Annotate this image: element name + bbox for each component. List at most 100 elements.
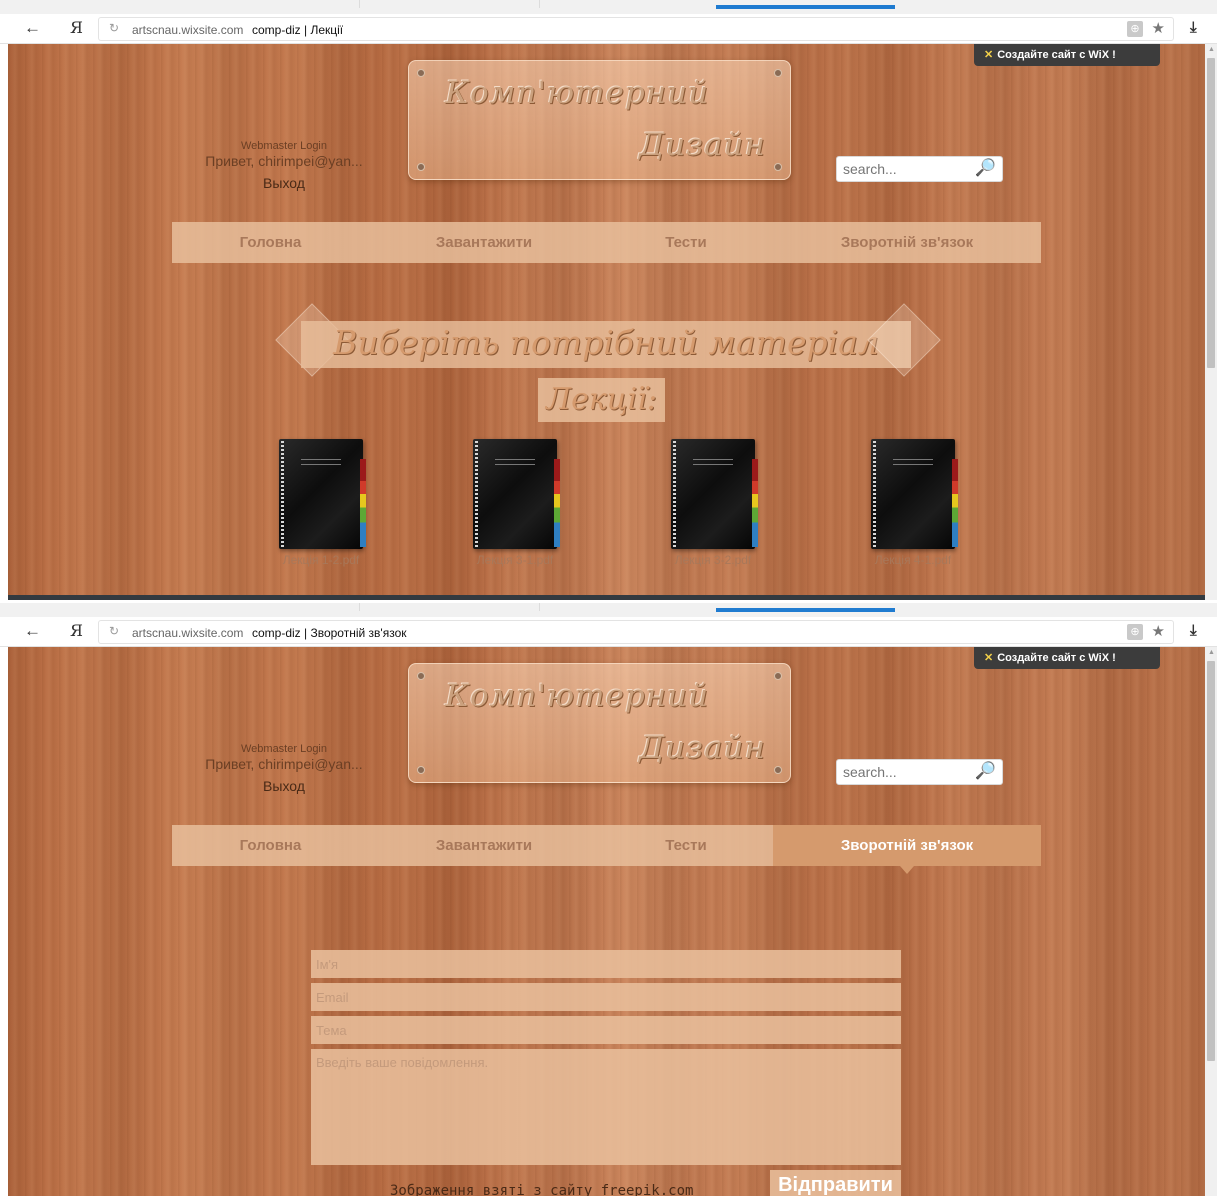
extension-icon[interactable]: ⊕	[1127, 21, 1143, 37]
tab[interactable]	[180, 603, 360, 611]
screw-icon	[774, 163, 782, 171]
lecture-file-link[interactable]: Лекція 3-1.pdf	[440, 553, 590, 567]
lecture-list: Лекція 1-2.pdf Лекція 3-1.pdf Лекція 3-2…	[8, 439, 1205, 579]
lecture-item[interactable]: Лекція 3-2.pdf	[638, 439, 788, 567]
email-field[interactable]	[311, 983, 901, 1011]
screenshot-lectures: ← Я ↻ artscnau.wixsite.com comp-diz | Ле…	[0, 0, 1217, 600]
nav-item-feedback[interactable]: Зворотній зв'язок	[773, 222, 1041, 263]
notebook-icon[interactable]	[671, 439, 758, 549]
image-credit-text: Зображення взяті з сайту freepik.com	[390, 1183, 694, 1196]
bookmark-star-icon[interactable]: ★	[1152, 622, 1165, 640]
nav-item-feedback[interactable]: Зворотній зв'язок	[773, 825, 1041, 866]
nav-item-download[interactable]: Завантажити	[369, 222, 599, 263]
logo-text-line2: Дизайн	[639, 127, 766, 163]
yandex-logo-icon[interactable]: Я	[70, 18, 83, 37]
site-logo[interactable]: Комп'ютерний Дизайн	[408, 663, 791, 783]
notebook-icon[interactable]	[473, 439, 560, 549]
url-field[interactable]: ↻ artscnau.wixsite.com comp-diz | Лекції…	[98, 17, 1174, 41]
bookmark-star-icon[interactable]: ★	[1152, 19, 1165, 37]
url-domain: artscnau.wixsite.com	[132, 23, 244, 37]
section-heading: Лекції:	[546, 382, 657, 417]
nav-item-tests[interactable]: Тести	[599, 825, 773, 866]
nav-item-download[interactable]: Завантажити	[369, 825, 599, 866]
nav-item-home[interactable]: Головна	[172, 222, 369, 263]
main-nav: Головна Завантажити Тести Зворотній зв'я…	[172, 825, 1041, 874]
section-heading-banner: Лекції:	[538, 378, 665, 422]
contact-form	[311, 950, 901, 1170]
search-input[interactable]	[843, 763, 973, 781]
scroll-up-arrow-icon[interactable]: ▲	[1208, 46, 1215, 53]
vertical-scrollbar[interactable]: ▲	[1205, 44, 1217, 600]
screw-icon	[417, 69, 425, 77]
page-heading-banner: Виберіть потрібний матеріал	[301, 321, 911, 368]
logout-link[interactable]: Выход	[198, 778, 370, 794]
tab[interactable]	[360, 0, 540, 8]
reload-icon[interactable]: ↻	[109, 624, 119, 638]
url-domain: artscnau.wixsite.com	[132, 626, 244, 640]
logout-link[interactable]: Выход	[198, 175, 370, 191]
search-input[interactable]	[843, 160, 973, 178]
name-field[interactable]	[311, 950, 901, 978]
notebook-icon[interactable]	[871, 439, 958, 549]
lecture-item[interactable]: Лекція 1-2.pdf	[246, 439, 396, 567]
wix-promo-badge[interactable]: ✕ Создайте сайт с WiX !	[974, 647, 1160, 669]
tab-strip	[0, 0, 1217, 14]
scrollbar-thumb[interactable]	[1207, 58, 1215, 368]
scrollbar-thumb[interactable]	[1207, 661, 1215, 1061]
address-bar: ← Я ↻ artscnau.wixsite.com comp-diz | Зв…	[0, 617, 1217, 647]
lecture-file-link[interactable]: Лекція 3-2.pdf	[638, 553, 788, 567]
search-box: 🔍	[836, 156, 1003, 182]
lecture-file-link[interactable]: Лекція 1-2.pdf	[246, 553, 396, 567]
extension-icon[interactable]: ⊕	[1127, 624, 1143, 640]
back-arrow-icon[interactable]: ←	[24, 621, 41, 641]
tab[interactable]	[180, 0, 360, 8]
address-bar: ← Я ↻ artscnau.wixsite.com comp-diz | Ле…	[0, 14, 1217, 44]
logo-text-line2: Дизайн	[639, 730, 766, 766]
active-tab-indicator[interactable]	[716, 608, 895, 612]
active-tab-indicator[interactable]	[716, 5, 895, 9]
logo-text-line1: Комп'ютерний	[445, 678, 710, 714]
page-heading: Виберіть потрібний матеріал	[333, 323, 879, 362]
screw-icon	[417, 163, 425, 171]
login-block: Webmaster Login Привет, chirimpei@yan...…	[198, 743, 370, 794]
message-field[interactable]	[311, 1049, 901, 1165]
login-block: Webmaster Login Привет, chirimpei@yan...…	[198, 140, 370, 191]
window-bottom-edge	[8, 595, 1205, 600]
wix-badge-label: Создайте сайт с WiX !	[997, 652, 1116, 664]
wix-promo-badge[interactable]: ✕ Создайте сайт с WiX !	[974, 44, 1160, 66]
tab-strip	[0, 603, 1217, 617]
download-icon[interactable]: ⤓	[1190, 19, 1197, 36]
lecture-item[interactable]: Лекція 4-1.pdf	[838, 439, 988, 567]
scroll-up-arrow-icon[interactable]: ▲	[1208, 649, 1215, 656]
nav-item-home[interactable]: Головна	[172, 825, 369, 866]
download-icon[interactable]: ⤓	[1190, 622, 1197, 639]
wood-page: ✕ Создайте сайт с WiX ! Webmaster Login П…	[8, 44, 1205, 600]
search-icon[interactable]: 🔍	[975, 158, 996, 178]
url-field[interactable]: ↻ artscnau.wixsite.com comp-diz | Зворот…	[98, 620, 1174, 644]
yandex-logo-icon[interactable]: Я	[70, 621, 83, 640]
greeting-text: Привет, chirimpei@yan...	[205, 756, 363, 772]
wood-page: ✕ Создайте сайт с WiX ! Webmaster Login П…	[8, 647, 1205, 1196]
nav-item-tests[interactable]: Тести	[599, 222, 773, 263]
screenshot-contact: ← Я ↻ artscnau.wixsite.com comp-diz | Зв…	[0, 603, 1217, 1196]
lecture-item[interactable]: Лекція 3-1.pdf	[440, 439, 590, 567]
back-arrow-icon[interactable]: ←	[24, 18, 41, 38]
screw-icon	[774, 69, 782, 77]
notebook-icon[interactable]	[279, 439, 366, 549]
reload-icon[interactable]: ↻	[109, 21, 119, 35]
vertical-scrollbar[interactable]: ▲	[1205, 647, 1217, 1196]
tab[interactable]	[360, 603, 540, 611]
webmaster-login-link[interactable]: Webmaster Login	[198, 140, 370, 152]
search-icon[interactable]: 🔍	[975, 761, 996, 781]
url-page-title: comp-diz | Лекції	[252, 23, 344, 37]
screw-icon	[774, 766, 782, 774]
logo-text-line1: Комп'ютерний	[445, 75, 710, 111]
lecture-file-link[interactable]: Лекція 4-1.pdf	[838, 553, 988, 567]
subject-field[interactable]	[311, 1016, 901, 1044]
wix-badge-label: Создайте сайт с WiX !	[997, 49, 1116, 61]
active-nav-pointer-icon	[900, 866, 914, 874]
site-logo[interactable]: Комп'ютерний Дизайн	[408, 60, 791, 180]
screw-icon	[417, 672, 425, 680]
send-button[interactable]: Відправити	[770, 1170, 901, 1196]
webmaster-login-link[interactable]: Webmaster Login	[198, 743, 370, 755]
